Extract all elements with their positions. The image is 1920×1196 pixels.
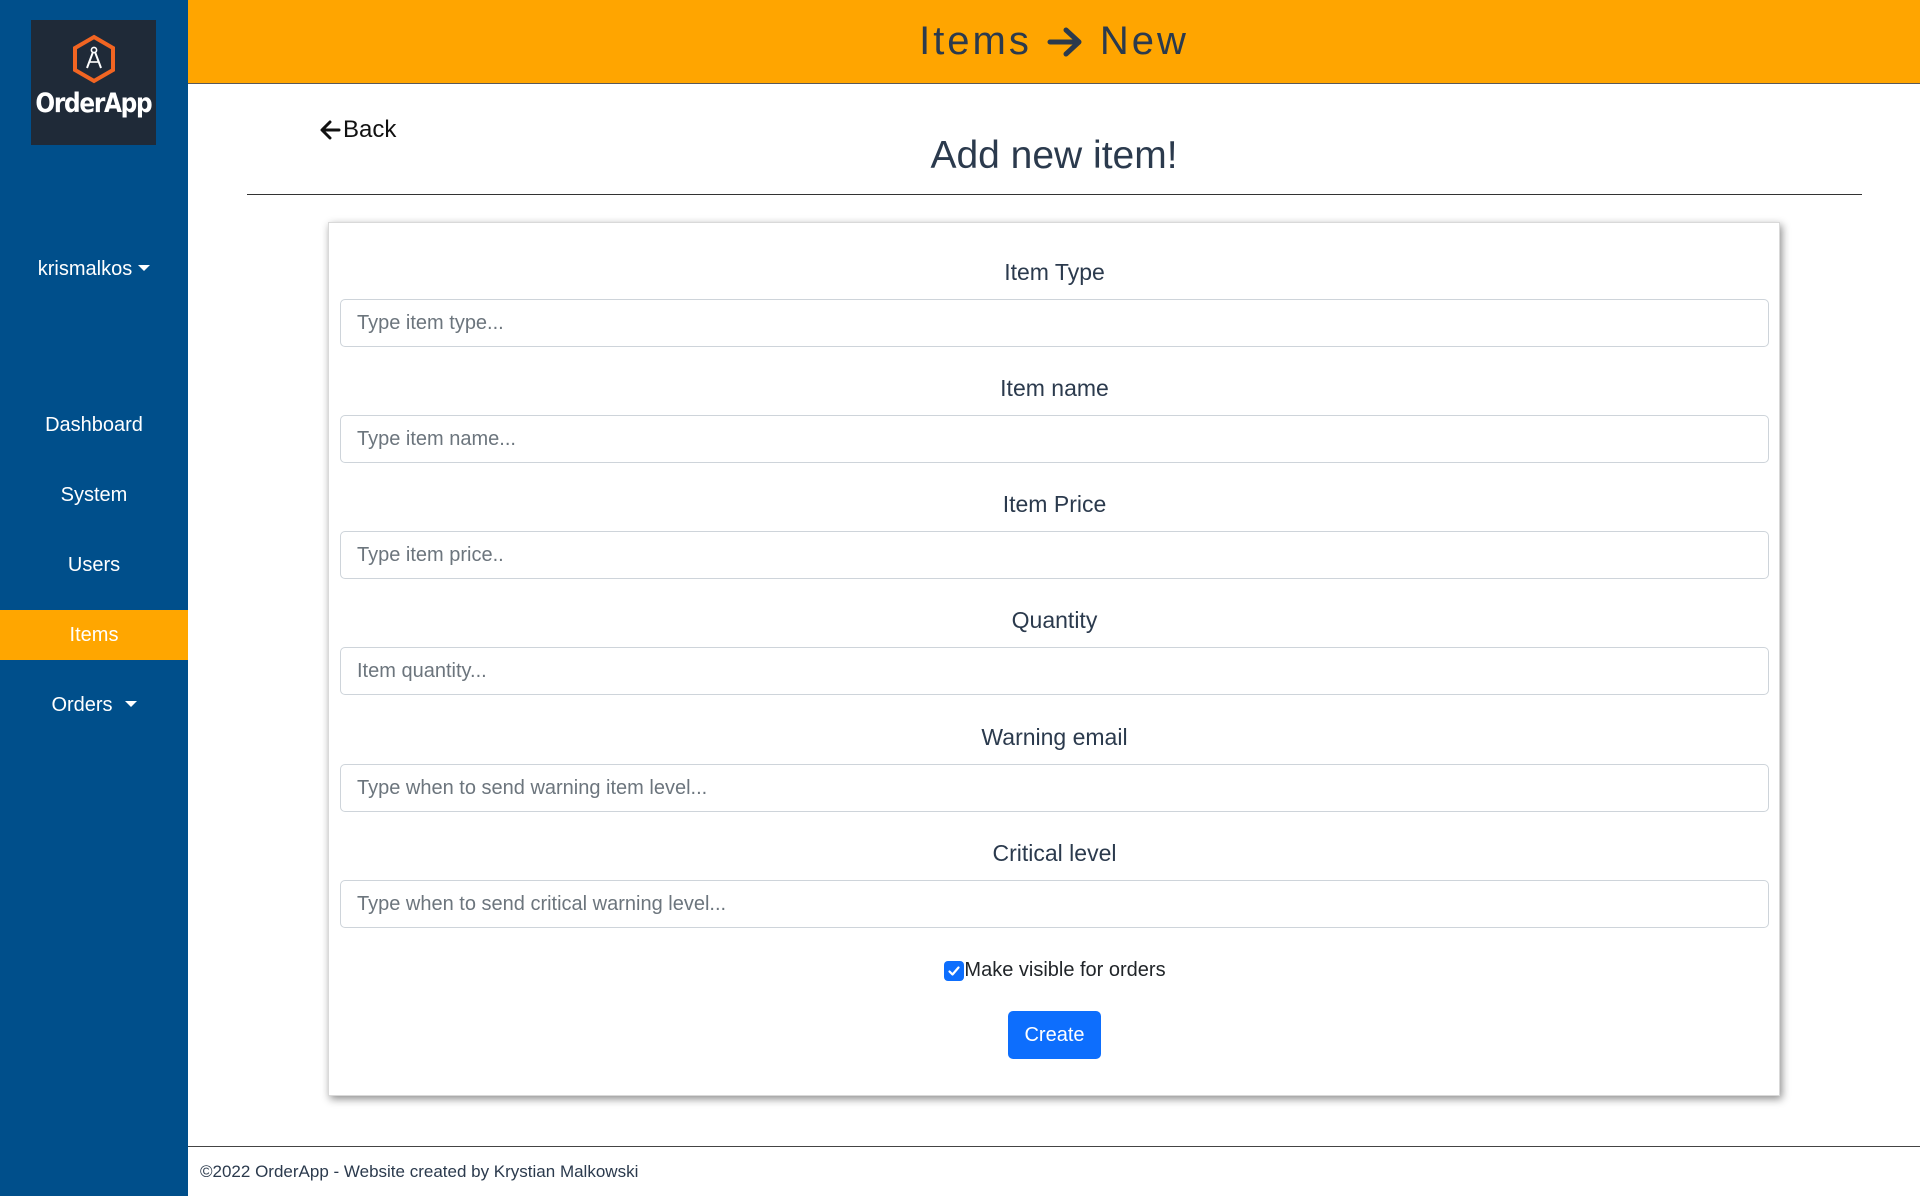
critical-level-input[interactable] [340, 880, 1769, 928]
sidebar-item-system[interactable]: System [0, 470, 188, 520]
title-divider [247, 194, 1862, 195]
header-page: New [1099, 19, 1189, 63]
item-price-group: Item Price [340, 491, 1769, 579]
item-price-input[interactable] [340, 531, 1769, 579]
critical-level-group: Critical level [340, 840, 1769, 928]
sidebar-item-orders[interactable]: Orders [0, 680, 188, 730]
page-header: Items New [188, 0, 1920, 84]
item-type-group: Item Type [340, 259, 1769, 347]
new-item-form: Item Type Item name Item Price Quantity … [328, 222, 1780, 1096]
item-type-input[interactable] [340, 299, 1769, 347]
critical-level-label: Critical level [992, 840, 1117, 866]
quantity-label: Quantity [1011, 607, 1098, 633]
item-type-label: Item Type [1004, 259, 1105, 285]
app-logo[interactable]: OrderApp [31, 20, 156, 145]
warning-email-input[interactable] [340, 764, 1769, 812]
create-button[interactable]: Create [1008, 1011, 1101, 1059]
sidebar-item-dashboard[interactable]: Dashboard [0, 400, 188, 450]
item-name-group: Item name [340, 375, 1769, 463]
caret-down-icon [124, 701, 137, 707]
warning-email-label: Warning email [981, 724, 1128, 750]
visible-for-orders-checkbox[interactable] [944, 960, 965, 981]
sidebar-item-users[interactable]: Users [0, 540, 188, 590]
sidebar-item-items[interactable]: Items [0, 610, 188, 660]
user-name: krismalkos [37, 258, 133, 280]
visible-for-orders-label: Make visible for orders [964, 959, 1166, 981]
visible-for-orders-row: Make visible for orders [329, 959, 1781, 982]
sidebar-nav: Dashboard System Users Items Orders [0, 400, 188, 750]
sidebar-item-label: System [60, 484, 128, 506]
sidebar-item-label: Orders [51, 694, 113, 716]
item-price-label: Item Price [1002, 491, 1107, 517]
checkmark-icon [948, 965, 961, 976]
arrow-right-icon [1047, 27, 1082, 56]
item-name-input[interactable] [340, 415, 1769, 463]
footer-divider [188, 1146, 1920, 1147]
quantity-group: Quantity [340, 607, 1769, 695]
quantity-input[interactable] [340, 647, 1769, 695]
user-menu[interactable]: krismalkos [0, 258, 188, 281]
logo-text: OrderApp [35, 88, 153, 119]
page-title: Add new item! [930, 134, 1178, 177]
header-section: Items [919, 19, 1032, 63]
warning-email-group: Warning email [340, 724, 1769, 812]
footer-text: ©2022 OrderApp - Website created by Krys… [200, 1162, 639, 1181]
sidebar-item-label: Users [67, 554, 121, 576]
sidebar-item-label: Items [69, 624, 119, 646]
sidebar-item-label: Dashboard [45, 414, 143, 436]
compass-hexagon-icon [72, 34, 115, 84]
item-name-label: Item name [1000, 375, 1109, 401]
caret-down-icon [138, 265, 151, 271]
sidebar: OrderApp krismalkos Dashboard System Use… [0, 0, 188, 1196]
